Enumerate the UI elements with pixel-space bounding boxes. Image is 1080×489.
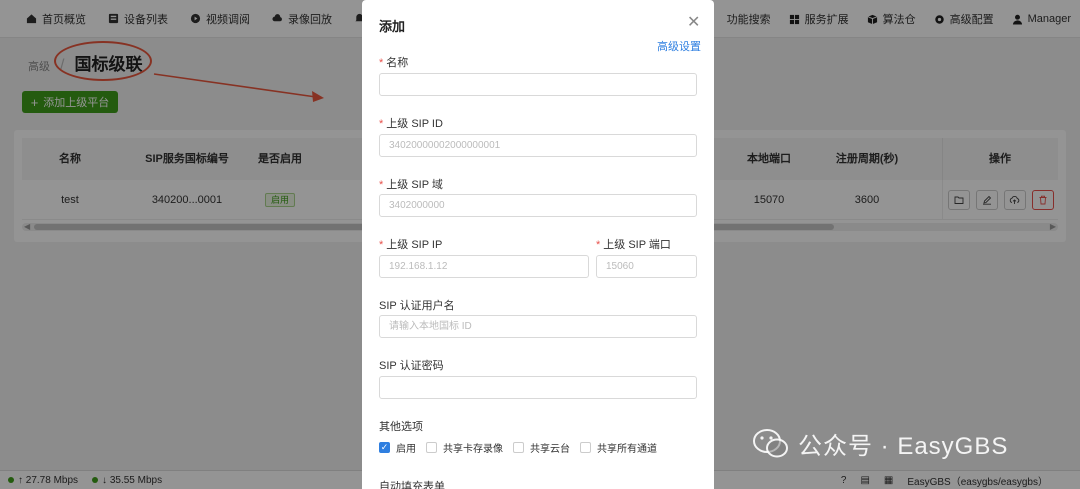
sip-port-input[interactable]: 15060 bbox=[596, 255, 697, 278]
sip-port-label: * 上级 SIP 端口 bbox=[596, 236, 671, 252]
sip-ip-label: * 上级 SIP IP bbox=[379, 236, 442, 252]
wechat-icon bbox=[753, 428, 788, 457]
option-enable[interactable]: ✓ 启用 bbox=[379, 440, 416, 455]
auth-user-label: SIP 认证用户名 bbox=[379, 300, 455, 312]
option-label: 启用 bbox=[396, 444, 416, 455]
other-options-label: 其他选项 bbox=[379, 421, 423, 433]
watermark: 公众号 · EasyGBS bbox=[752, 426, 1008, 461]
name-input[interactable] bbox=[379, 73, 697, 96]
checkbox-icon[interactable] bbox=[580, 442, 591, 453]
name-label-text: 名称 bbox=[386, 57, 409, 69]
sip-ip-label-text: 上级 SIP IP bbox=[386, 239, 443, 251]
option-share-ptz[interactable]: 共享云台 bbox=[513, 440, 570, 455]
add-dialog: 添加 ✕ 高级设置 * 名称 * 上级 SIP ID 340200000020000… bbox=[362, 0, 714, 489]
sip-id-label-text: 上级 SIP ID bbox=[386, 118, 443, 130]
checkbox-checked-icon[interactable]: ✓ bbox=[379, 442, 390, 453]
options-group: ✓ 启用 共享卡存录像 共享云台 共享所有通道 bbox=[379, 440, 667, 455]
auth-user-input[interactable]: 请输入本地国标 ID bbox=[379, 315, 697, 338]
sip-port-label-text: 上级 SIP 端口 bbox=[603, 239, 671, 251]
option-share-card-record[interactable]: 共享卡存录像 bbox=[426, 440, 503, 455]
name-label: * 名称 bbox=[379, 54, 408, 70]
required-mark: * bbox=[379, 57, 384, 69]
watermark-text: 公众号 · EasyGBS bbox=[798, 433, 1009, 460]
auth-password-input[interactable] bbox=[379, 376, 697, 399]
required-mark: * bbox=[379, 239, 384, 251]
required-mark: * bbox=[379, 118, 384, 130]
advanced-settings-link[interactable]: 高级设置 bbox=[657, 38, 701, 54]
sip-id-label: * 上级 SIP ID bbox=[379, 115, 443, 131]
sip-domain-input[interactable]: 3402000000 bbox=[379, 194, 697, 217]
sip-domain-label: * 上级 SIP 域 bbox=[379, 176, 443, 192]
checkbox-icon[interactable] bbox=[426, 442, 437, 453]
checkbox-icon[interactable] bbox=[513, 442, 524, 453]
close-icon[interactable]: ✕ bbox=[687, 12, 700, 32]
option-label: 共享云台 bbox=[530, 444, 570, 455]
sip-id-input[interactable]: 34020000002000000001 bbox=[379, 134, 697, 157]
autofill-label: 自动填充表单 bbox=[379, 481, 445, 489]
sip-ip-input[interactable]: 192.168.1.12 bbox=[379, 255, 589, 278]
option-label: 共享卡存录像 bbox=[443, 444, 503, 455]
option-label: 共享所有通道 bbox=[597, 444, 657, 455]
required-mark: * bbox=[379, 179, 384, 191]
auth-password-label: SIP 认证密码 bbox=[379, 360, 444, 372]
dialog-title: 添加 bbox=[379, 19, 406, 34]
required-mark: * bbox=[596, 239, 601, 251]
sip-domain-label-text: 上级 SIP 域 bbox=[386, 179, 443, 191]
option-share-all-channels[interactable]: 共享所有通道 bbox=[580, 440, 657, 455]
